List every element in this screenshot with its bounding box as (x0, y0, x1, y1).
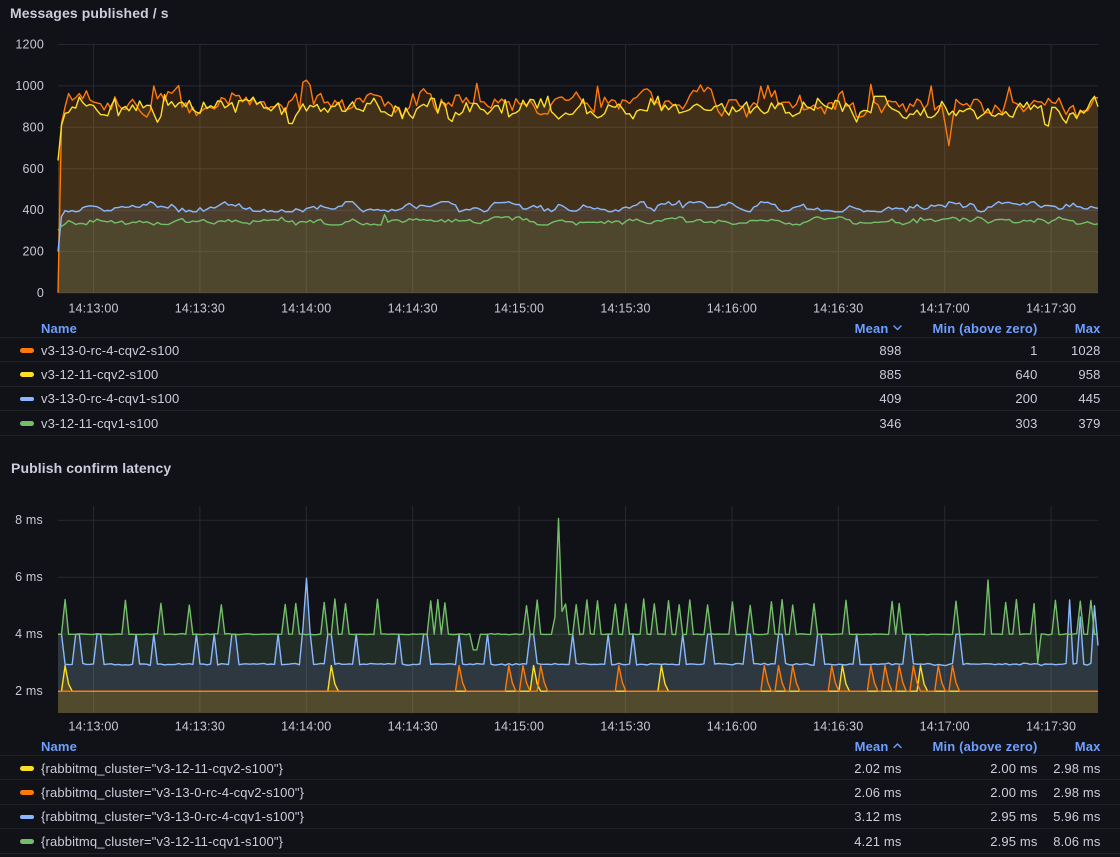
svg-text:14:14:00: 14:14:00 (281, 720, 331, 734)
svg-text:2 ms: 2 ms (15, 684, 43, 698)
svg-text:0: 0 (37, 286, 44, 300)
svg-text:14:15:00: 14:15:00 (494, 302, 544, 316)
svg-text:14:13:30: 14:13:30 (175, 302, 225, 316)
svg-text:14:13:30: 14:13:30 (175, 720, 225, 734)
svg-text:14:14:00: 14:14:00 (281, 302, 331, 316)
svg-text:6 ms: 6 ms (15, 570, 43, 584)
svg-text:14:15:30: 14:15:30 (600, 302, 650, 316)
svg-text:14:13:00: 14:13:00 (68, 302, 118, 316)
svg-text:14:14:30: 14:14:30 (388, 720, 438, 734)
svg-text:14:13:00: 14:13:00 (68, 720, 118, 734)
svg-text:14:16:00: 14:16:00 (707, 720, 757, 734)
svg-text:14:17:30: 14:17:30 (1026, 720, 1076, 734)
svg-text:14:17:30: 14:17:30 (1026, 302, 1076, 316)
svg-text:14:16:00: 14:16:00 (707, 302, 757, 316)
svg-text:800: 800 (23, 120, 44, 134)
svg-text:1000: 1000 (15, 79, 44, 93)
svg-text:14:17:00: 14:17:00 (920, 302, 970, 316)
svg-text:14:16:30: 14:16:30 (813, 302, 863, 316)
svg-text:600: 600 (23, 162, 44, 176)
svg-text:8 ms: 8 ms (15, 513, 43, 527)
svg-text:14:15:00: 14:15:00 (494, 720, 544, 734)
svg-text:14:15:30: 14:15:30 (600, 720, 650, 734)
svg-text:4 ms: 4 ms (15, 627, 43, 641)
svg-text:200: 200 (23, 245, 44, 259)
svg-text:14:14:30: 14:14:30 (388, 302, 438, 316)
svg-text:14:16:30: 14:16:30 (813, 720, 863, 734)
svg-text:14:17:00: 14:17:00 (920, 720, 970, 734)
svg-text:1200: 1200 (15, 38, 44, 52)
svg-text:400: 400 (23, 203, 44, 217)
